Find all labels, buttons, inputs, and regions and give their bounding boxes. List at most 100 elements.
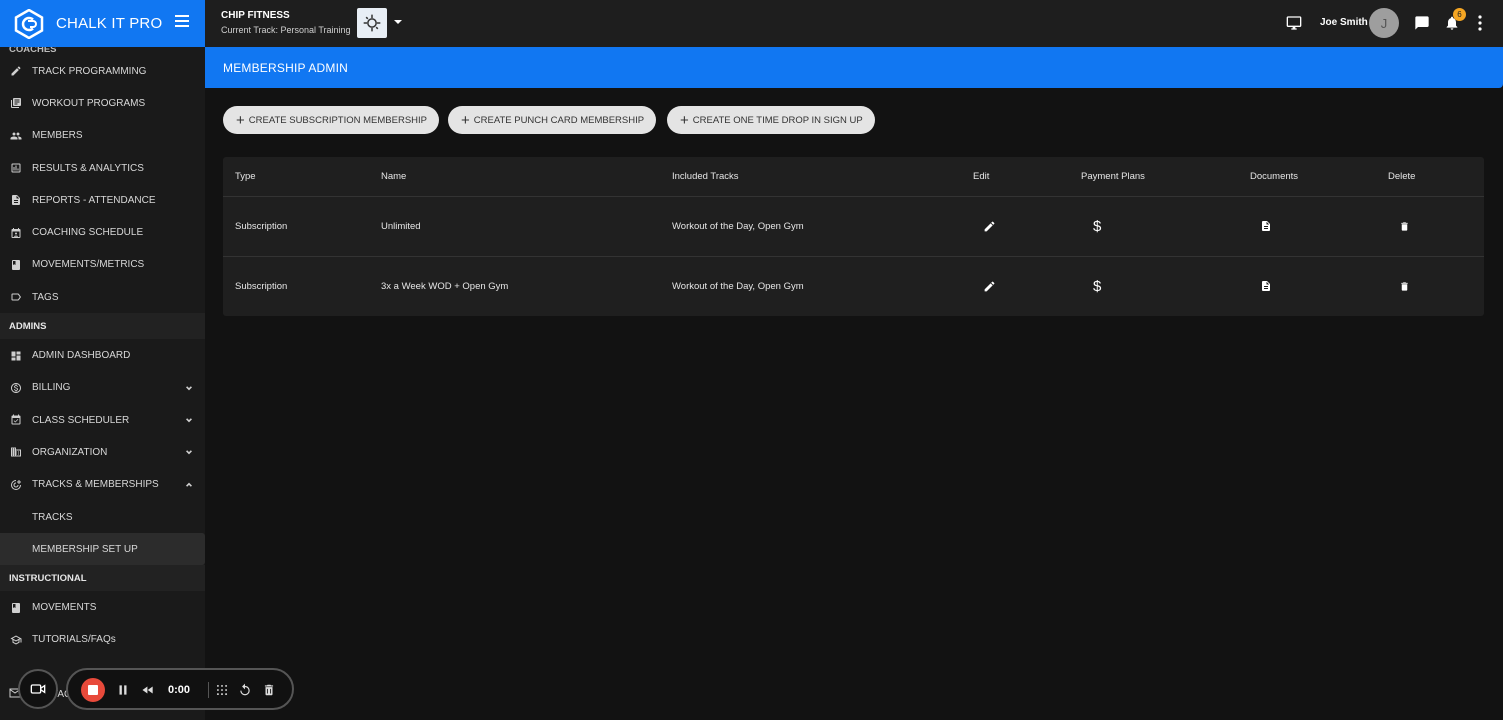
current-track: Current Track: Personal Training [221,25,351,35]
video-camera-icon [30,684,46,694]
sidebar-item-class-scheduler[interactable]: CLASS SCHEDULER [0,404,205,436]
sidebar-item-members[interactable]: MEMBERS [0,120,205,152]
sidebar-item-label: ORGANIZATION [32,446,108,458]
header-type: Type [235,171,256,182]
sidebar-item-label: MOVEMENTS [32,602,97,614]
grid-dots-icon[interactable] [215,683,229,697]
cell-name: Unlimited [381,220,421,232]
document-icon[interactable] [1260,219,1272,233]
sidebar-item-label: MOVEMENTS/METRICS [32,259,145,271]
section-instructional: INSTRUCTIONAL [0,565,205,592]
brand-bar: CHALK IT PRO [0,0,205,47]
sidebar-item-organization[interactable]: ORGANIZATION [0,436,205,468]
plus-icon: + [680,111,689,129]
sidebar-item-label: TUTORIALS/FAQs [32,634,116,646]
header-edit: Edit [973,171,990,182]
table-row: Subscription 3x a Week WOD + Open Gym Wo… [223,257,1484,317]
schedule-icon [10,227,22,239]
recorder-toolbar: 0:00 [66,668,294,710]
sidebar-item-movements-metrics[interactable]: MOVEMENTS/METRICS [0,249,205,281]
trash-icon[interactable] [1399,280,1410,293]
report-icon [10,194,22,206]
tracks-icon [10,479,22,491]
gym-info: CHIP FITNESS Current Track: Personal Tra… [221,10,351,35]
header-documents: Documents [1250,171,1299,182]
sidebar-item-reports-attendance[interactable]: REPORTS - ATTENDANCE [0,184,205,216]
trash-icon[interactable] [1399,220,1410,233]
button-label: CREATE ONE TIME DROP IN SIGN UP [692,114,863,126]
sidebar-item-tags[interactable]: TAGS [0,281,205,313]
header-delete: Delete [1388,171,1416,182]
create-subscription-button[interactable]: + CREATE SUBSCRIPTION MEMBERSHIP [223,106,440,134]
document-icon[interactable] [1260,279,1272,293]
chevron-down-icon [185,416,193,424]
sidebar-item-results-analytics[interactable]: RESULTS & ANALYTICS [0,152,205,184]
gym-name: CHIP FITNESS [221,10,290,21]
restart-icon[interactable] [238,683,252,697]
chat-icon[interactable] [1414,15,1430,31]
sidebar-item-admin-dashboard[interactable]: ADMIN DASHBOARD [0,339,205,371]
cell-type: Subscription [235,280,288,292]
create-punch-card-button[interactable]: + CREATE PUNCH CARD MEMBERSHIP [448,106,657,134]
table-row: Subscription Unlimited Workout of the Da… [223,197,1484,257]
sidebar-item-billing[interactable]: BILLING [0,372,205,404]
dollar-icon [10,382,22,394]
dollar-icon[interactable]: $ [1093,278,1101,295]
more-vert-icon[interactable] [1478,15,1482,31]
pause-icon[interactable] [116,683,130,697]
chevron-up-icon [185,481,193,489]
edit-icon[interactable] [983,220,996,233]
plus-icon: + [236,111,245,129]
book-icon [10,259,22,271]
sidebar-item-track-programming[interactable]: TRACK PROGRAMMING [0,55,205,87]
cell-name: 3x a Week WOD + Open Gym [381,280,509,292]
hamburger-menu-icon[interactable] [175,15,189,29]
school-icon [10,634,22,646]
sidebar-item-movements[interactable]: MOVEMENTS [0,591,205,623]
section-admins: ADMINS [0,313,205,340]
sidebar-item-workout-programs[interactable]: WORKOUT PROGRAMS [0,87,205,119]
sidebar-item-label: RESULTS & ANALYTICS [32,162,144,174]
create-drop-in-button[interactable]: + CREATE ONE TIME DROP IN SIGN UP [667,106,875,134]
header-name: Name [381,171,407,182]
notification-badge: 6 [1453,8,1466,21]
track-dropdown-icon[interactable] [394,20,402,24]
sidebar-item-label: TRACK PROGRAMMING [32,65,147,77]
sidebar-item-membership-set-up[interactable]: MEMBERSHIP SET UP [0,533,205,566]
sidebar-item-tutorials-faqs[interactable]: TUTORIALS/FAQs [0,624,205,656]
track-logo-button[interactable] [357,8,387,38]
analytics-icon [10,162,22,174]
camera-toggle-button[interactable] [18,669,58,709]
avatar[interactable]: J [1369,8,1399,38]
brand-name: CHALK IT PRO [56,15,163,32]
library-icon [10,97,22,109]
sidebar-item-tracks[interactable]: TRACKS [0,501,205,533]
top-bar: CHIP FITNESS Current Track: Personal Tra… [205,0,1503,47]
sidebar-item-label: CLASS SCHEDULER [32,414,130,426]
rewind-icon[interactable] [141,683,155,697]
user-name[interactable]: Joe Smith [1320,17,1368,28]
sidebar-item-label: TRACKS & MEMBERSHIPS [32,479,159,491]
trash-icon[interactable] [262,683,276,697]
header-payment-plans: Payment Plans [1081,171,1145,182]
page-title: MEMBERSHIP ADMIN [205,47,1503,88]
cell-type: Subscription [235,220,288,232]
plus-icon: + [461,111,470,129]
button-label: CREATE SUBSCRIPTION MEMBERSHIP [248,114,428,126]
dashboard-icon [10,350,22,362]
stop-recording-button[interactable] [81,678,105,702]
dollar-icon[interactable]: $ [1093,218,1101,235]
sidebar-nav: COACHES TRACK PROGRAMMING WORKOUT PROGRA… [0,38,205,656]
chevron-down-icon [185,384,193,392]
cell-included-tracks: Workout of the Day, Open Gym [672,220,804,232]
sidebar-item-label: WORKOUT PROGRAMS [32,97,146,109]
monitor-icon[interactable] [1285,15,1303,31]
app-root: COACHES TRACK PROGRAMMING WORKOUT PROGRA… [0,0,1503,720]
edit-icon[interactable] [983,280,996,293]
sidebar-item-label: COACHING SCHEDULE [32,227,144,239]
sidebar-item-coaching-schedule[interactable]: COACHING SCHEDULE [0,216,205,248]
sidebar-item-tracks-memberships[interactable]: TRACKS & MEMBERSHIPS [0,469,205,501]
membership-table: Type Name Included Tracks Edit Payment P… [223,157,1484,316]
sidebar-item-label: MEMBERSHIP SET UP [32,543,138,555]
button-label: CREATE PUNCH CARD MEMBERSHIP [473,114,645,126]
